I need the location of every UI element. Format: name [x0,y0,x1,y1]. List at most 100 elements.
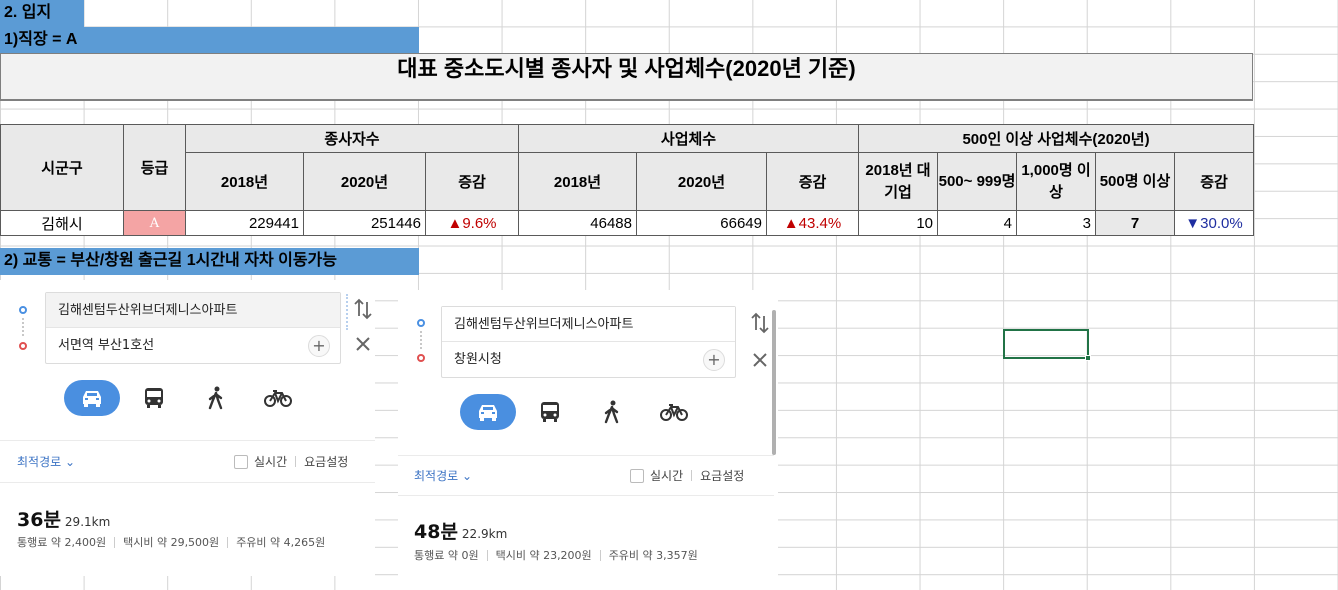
divider [346,294,348,330]
destination-label: 창원시청 [454,352,502,367]
cost-summary: 통행료 약 2,400원 택시비 약 29,500원 주유비 약 4,265원 [17,534,325,550]
cell-biz-change[interactable]: ▲43.4% [766,210,859,236]
header-large-2018[interactable]: 2018년 대기업 [858,152,938,211]
divider [486,549,488,561]
route-line-icon [22,318,24,336]
toll-cost: 통행료 약 2,400원 [17,536,107,549]
cell-large-2018[interactable]: 10 [858,210,938,236]
header-workers-2018[interactable]: 2018년 [185,152,304,211]
route-option-dropdown[interactable]: 최적경로 ⌄ [414,467,472,484]
swap-icon[interactable] [751,312,769,339]
divider [0,440,375,441]
travel-distance: 22.9km [461,527,508,541]
car-mode-button[interactable] [460,394,516,430]
car-icon [83,391,101,407]
header-workers-2020[interactable]: 2020년 [303,152,426,211]
add-waypoint-button[interactable]: + [308,335,330,357]
origin-input[interactable]: 김해센텀두산위브더제니스아파트 [46,293,340,328]
cell-workers-change[interactable]: ▲9.6% [425,210,519,236]
cell-large-500-999[interactable]: 4 [937,210,1017,236]
origin-dot-icon [417,319,425,327]
divider [398,455,774,456]
section-title-cell[interactable]: 2. 입지 [0,0,84,27]
header-businesses[interactable]: 사업체수 [518,124,859,153]
realtime-checkbox[interactable] [630,468,644,483]
walk-icon [208,386,223,410]
divider [691,470,693,481]
header-large-500plus[interactable]: 500명 이상 [1095,152,1175,211]
cell-region[interactable]: 김해시 [0,210,124,236]
header-biz-2018[interactable]: 2018년 [518,152,637,211]
subsection-workplace-cell[interactable]: 1)직장 = A [0,27,419,53]
divider [227,536,229,548]
scrollbar[interactable] [772,310,776,455]
realtime-label[interactable]: 실시간 [650,467,683,484]
transport-modes [64,380,312,416]
cell-large-1000[interactable]: 3 [1016,210,1096,236]
walk-mode-button[interactable] [188,380,244,416]
realtime-label[interactable]: 실시간 [254,453,287,470]
header-large-businesses[interactable]: 500인 이상 사업체수(2020년) [858,124,1254,153]
chevron-down-icon: ⌄ [462,469,473,483]
divider [295,456,297,467]
header-large-change[interactable]: 증감 [1174,152,1254,211]
route-option-label: 최적경로 [17,455,62,469]
destination-dot-icon [417,354,425,362]
route-option-label: 최적경로 [414,469,459,483]
travel-time[interactable]: 36분 29.1km [17,505,110,532]
destination-input[interactable]: 창원시청 + [442,342,735,377]
header-workers-change[interactable]: 증감 [425,152,519,211]
walk-mode-button[interactable] [584,394,640,430]
bike-mode-button[interactable] [250,380,306,416]
destination-input[interactable]: 서면역 부산1호선 + [46,328,340,363]
cell-workers-2020[interactable]: 251446 [303,210,426,236]
header-large-1000[interactable]: 1,000명 이상 [1016,152,1096,211]
cell-biz-2018[interactable]: 46488 [518,210,637,236]
cell-workers-2018[interactable]: 229441 [185,210,304,236]
table-title[interactable]: 대표 중소도시별 종사자 및 사업체수(2020년 기준) [0,53,1253,101]
route-settings: 실시간 요금설정 [234,453,348,470]
cell-biz-2020[interactable]: 66649 [636,210,767,236]
header-region[interactable]: 시군구 [0,124,124,211]
origin-input[interactable]: 김해센텀두산위브더제니스아파트 [442,307,735,342]
add-waypoint-button[interactable]: + [703,349,725,371]
toll-cost: 통행료 약 0원 [414,549,479,562]
subsection-traffic-cell[interactable]: 2) 교통 = 부산/창원 출근길 1시간내 자차 이동가능 [0,248,419,275]
plus-icon: + [707,350,721,369]
cost-summary: 통행료 약 0원 택시비 약 23,200원 주유비 약 3,357원 [414,547,698,563]
realtime-checkbox[interactable] [234,454,248,469]
fare-settings-link[interactable]: 요금설정 [700,467,744,484]
cell-large-change[interactable]: ▼30.0% [1174,210,1254,236]
header-grade[interactable]: 등급 [123,124,186,211]
close-icon[interactable] [355,336,371,357]
swap-icon[interactable] [354,298,372,325]
taxi-cost: 택시비 약 23,200원 [495,549,592,562]
divider [398,495,774,496]
travel-time[interactable]: 48분 22.9km [414,517,507,544]
cell-large-500plus[interactable]: 7 [1095,210,1175,236]
car-icon [479,405,497,421]
divider [114,536,116,548]
fill-handle[interactable] [1085,355,1091,361]
origin-dot-icon [19,306,27,314]
walk-icon [604,400,619,424]
bike-mode-button[interactable] [646,394,702,430]
header-workers[interactable]: 종사자수 [185,124,519,153]
fare-settings-link[interactable]: 요금설정 [304,453,348,470]
bike-icon [264,390,292,407]
bus-mode-button[interactable] [126,380,182,416]
car-mode-button[interactable] [64,380,120,416]
close-icon[interactable] [752,352,768,373]
header-biz-change[interactable]: 증감 [766,152,859,211]
route-inputs: 김해센텀두산위브더제니스아파트 창원시청 + [441,306,736,378]
route-option-dropdown[interactable]: 최적경로 ⌄ [17,453,75,470]
route-inputs: 김해센텀두산위브더제니스아파트 서면역 부산1호선 + [45,292,341,364]
bike-icon [660,404,688,421]
cell-grade[interactable]: A [123,210,186,236]
bus-mode-button[interactable] [522,394,578,430]
taxi-cost: 택시비 약 29,500원 [123,536,220,549]
travel-time-value: 36분 [17,509,61,531]
selected-cell[interactable] [1003,329,1089,359]
header-large-500-999[interactable]: 500~ 999명 [937,152,1017,211]
header-biz-2020[interactable]: 2020년 [636,152,767,211]
